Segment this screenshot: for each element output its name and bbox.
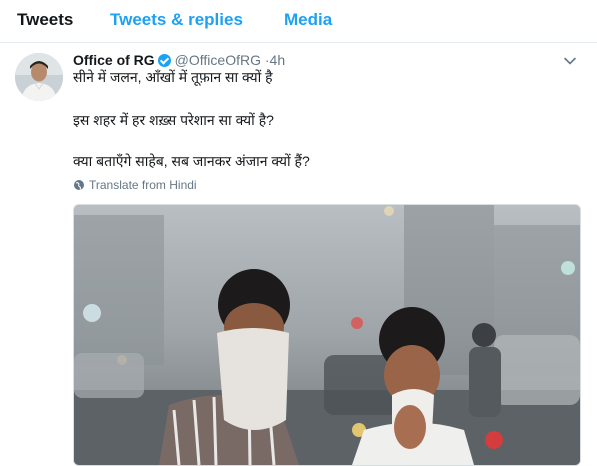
- verified-badge-icon: [157, 54, 171, 67]
- tab-tweets[interactable]: Tweets: [17, 10, 73, 30]
- author-handle[interactable]: @OfficeOfRG: [175, 52, 261, 68]
- tweet-text-line-1: सीने में जलन, आँखों में तूफ़ान सा क्यों …: [73, 69, 273, 85]
- avatar[interactable]: [15, 53, 63, 101]
- time-separator: ·: [260, 52, 270, 68]
- tweet-text-line-3: क्या बताएँगे साहेब, सब जानकर अंजान क्यों…: [73, 153, 310, 169]
- author-name[interactable]: Office of RG: [73, 52, 155, 68]
- tab-media[interactable]: Media: [284, 10, 332, 30]
- globe-icon: [74, 180, 84, 190]
- tab-tweets-replies[interactable]: Tweets & replies: [110, 10, 243, 30]
- tweet-text-line-2: इस शहर में हर शख़्स परेशान सा क्यों है?: [73, 112, 274, 128]
- translate-label: Translate from Hindi: [89, 178, 197, 192]
- translate-link[interactable]: Translate from Hindi: [73, 178, 197, 192]
- tweet-photo[interactable]: [73, 204, 581, 466]
- tweet-timestamp[interactable]: 4h: [270, 52, 286, 68]
- profile-tabs: Tweets Tweets & replies Media: [0, 0, 597, 43]
- chevron-down-icon[interactable]: [563, 54, 577, 68]
